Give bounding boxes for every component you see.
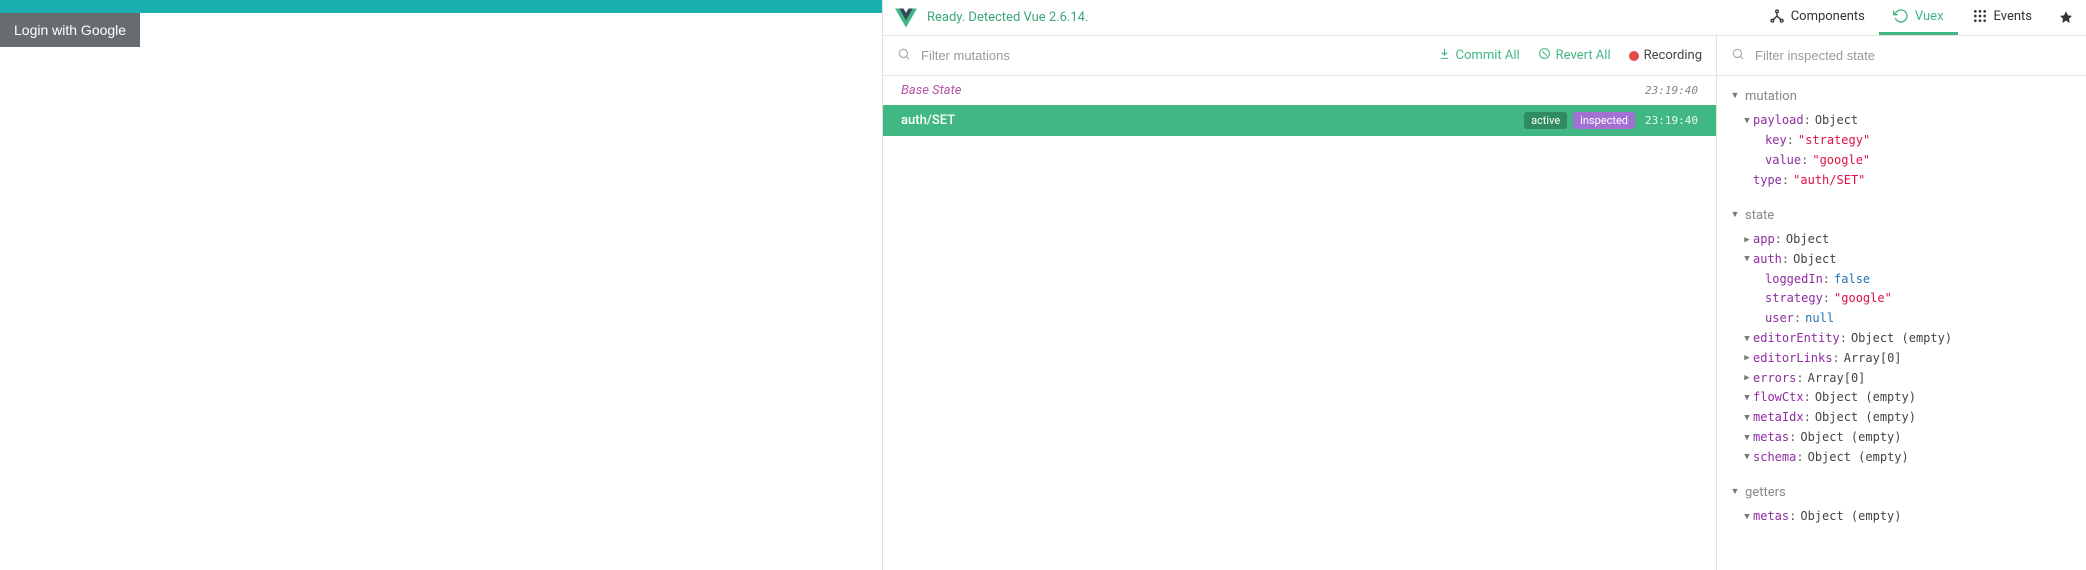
tree-value: Array[0] — [1808, 369, 1866, 389]
commit-all-button[interactable]: Commit All — [1438, 47, 1520, 64]
app-topbar — [0, 0, 882, 13]
tree-key: loggedIn — [1765, 270, 1823, 290]
tree-key: metas — [1753, 428, 1789, 448]
tree-value: Array[0] — [1844, 349, 1902, 369]
mutations-list: Base State 23:19:40 auth/SET active insp… — [883, 76, 1716, 570]
mutation-base-state[interactable]: Base State 23:19:40 — [883, 76, 1716, 105]
chevron-down-icon[interactable]: ▼ — [1741, 252, 1753, 267]
state-toolbar — [1717, 36, 2086, 76]
tab-label: Components — [1791, 9, 1865, 24]
mutations-toolbar: Commit All Revert All Recording — [883, 36, 1716, 76]
tree-key: key — [1765, 131, 1787, 151]
tree-key: metaIdx — [1753, 408, 1804, 428]
app-pane: Login with Google — [0, 0, 882, 570]
revert-all-label: Revert All — [1556, 48, 1611, 63]
tree-value: Object — [1793, 250, 1836, 270]
devtools-tabs: Components Vuex Events — [1755, 0, 2086, 35]
mutation-time: 23:19:40 — [1645, 84, 1698, 97]
mutation-label: Base State — [901, 83, 1635, 98]
mutation-label: auth/SET — [901, 113, 1524, 128]
tree-value: Object (empty) — [1808, 448, 1909, 468]
chevron-down-icon[interactable]: ▼ — [1741, 114, 1753, 129]
tab-vuex[interactable]: Vuex — [1879, 0, 1958, 35]
mutation-time: 23:19:40 — [1645, 114, 1698, 127]
vue-logo-icon — [895, 7, 917, 29]
chevron-down-icon[interactable]: ▼ — [1741, 411, 1753, 426]
chevron-right-icon[interactable]: ▶ — [1741, 351, 1753, 366]
chevron-right-icon[interactable]: ▶ — [1741, 233, 1753, 248]
tab-label: Vuex — [1915, 9, 1944, 24]
filter-state-input[interactable] — [1755, 48, 2072, 63]
section-getters: ▼getters ▼metas:Object (empty) — [1729, 482, 2074, 527]
tree-value: Object (empty) — [1800, 507, 1901, 527]
chevron-down-icon[interactable]: ▼ — [1729, 208, 1741, 223]
devtools-header: Ready. Detected Vue 2.6.14. Components V… — [883, 0, 2086, 36]
vuex-icon — [1893, 8, 1909, 24]
events-icon — [1972, 8, 1988, 24]
tree-key: payload — [1753, 111, 1804, 131]
search-icon — [897, 47, 911, 65]
section-title: getters — [1745, 482, 1786, 503]
tree-value: Object — [1786, 230, 1829, 250]
tab-label: Events — [1994, 9, 2032, 24]
mutation-row[interactable]: auth/SET active inspected 23:19:40 — [883, 105, 1716, 136]
tree-value: Object — [1815, 111, 1858, 131]
devtools-status: Ready. Detected Vue 2.6.14. — [927, 10, 1088, 25]
tree-key: metas — [1753, 507, 1789, 527]
chevron-down-icon[interactable]: ▼ — [1729, 485, 1741, 500]
recording-indicator[interactable]: Recording — [1629, 48, 1702, 63]
tree-value: "strategy" — [1798, 131, 1870, 151]
search-icon — [1731, 47, 1745, 65]
tree-value: Object (empty) — [1800, 428, 1901, 448]
tree-key: auth — [1753, 250, 1782, 270]
tree-key: flowCtx — [1753, 388, 1804, 408]
chevron-down-icon[interactable]: ▼ — [1741, 510, 1753, 525]
tree-value: Object (empty) — [1815, 388, 1916, 408]
section-mutation: ▼mutation ▼payload:Object key:"strategy"… — [1729, 86, 2074, 191]
tree-key: errors — [1753, 369, 1796, 389]
tree-key: user — [1765, 309, 1794, 329]
tree-key: editorLinks — [1753, 349, 1832, 369]
tree-key: type — [1753, 171, 1782, 191]
tree-key: app — [1753, 230, 1775, 250]
state-tree: ▼mutation ▼payload:Object key:"strategy"… — [1717, 76, 2086, 570]
mutations-panel: Commit All Revert All Recording Base Sta… — [883, 36, 1717, 570]
tree-value: Object (empty) — [1851, 329, 1952, 349]
record-icon — [1629, 51, 1639, 61]
chevron-down-icon[interactable]: ▼ — [1741, 450, 1753, 465]
state-panel: ▼mutation ▼payload:Object key:"strategy"… — [1717, 36, 2086, 570]
commit-all-label: Commit All — [1456, 48, 1520, 63]
vue-devtools: Ready. Detected Vue 2.6.14. Components V… — [882, 0, 2086, 570]
tree-key: editorEntity — [1753, 329, 1840, 349]
section-title: mutation — [1745, 86, 1797, 107]
recording-label: Recording — [1644, 48, 1702, 63]
chevron-down-icon[interactable]: ▼ — [1729, 89, 1741, 104]
chevron-down-icon[interactable]: ▼ — [1741, 431, 1753, 446]
chevron-down-icon[interactable]: ▼ — [1741, 332, 1753, 347]
tree-key: schema — [1753, 448, 1796, 468]
tab-components[interactable]: Components — [1755, 0, 1879, 35]
tree-value: Object (empty) — [1815, 408, 1916, 428]
tree-value: "auth/SET" — [1793, 171, 1865, 191]
devtools-menu-button[interactable] — [2046, 0, 2086, 35]
badge-active: active — [1524, 112, 1567, 129]
tree-value: "google" — [1834, 289, 1892, 309]
chevron-down-icon[interactable]: ▼ — [1741, 391, 1753, 406]
tree-key: strategy — [1765, 289, 1823, 309]
login-google-button[interactable]: Login with Google — [0, 13, 140, 47]
tree-value: null — [1805, 309, 1834, 329]
chevron-right-icon[interactable]: ▶ — [1741, 371, 1753, 386]
tab-events[interactable]: Events — [1958, 0, 2046, 35]
section-title: state — [1745, 205, 1774, 226]
download-icon — [1438, 47, 1451, 64]
tree-key: value — [1765, 151, 1801, 171]
filter-mutations-input[interactable] — [921, 48, 1428, 63]
badge-inspected: inspected — [1573, 112, 1635, 129]
revert-icon — [1538, 47, 1551, 64]
components-icon — [1769, 8, 1785, 24]
tree-value: "google" — [1812, 151, 1870, 171]
revert-all-button[interactable]: Revert All — [1538, 47, 1611, 64]
section-state: ▼state ▶app:Object ▼auth:Object loggedIn… — [1729, 205, 2074, 468]
tree-value: false — [1834, 270, 1870, 290]
